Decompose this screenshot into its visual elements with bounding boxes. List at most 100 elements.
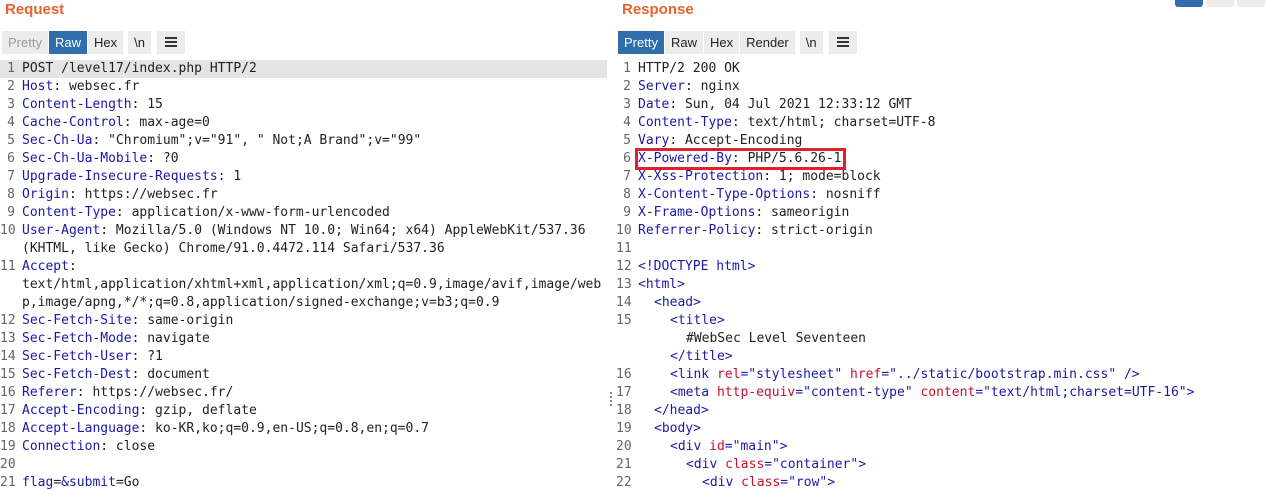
html-attribute-value: "main" xyxy=(732,439,780,454)
header-name: Date xyxy=(638,97,670,112)
tab-nnewline[interactable]: \n xyxy=(799,30,823,54)
html-tag: > xyxy=(779,439,788,454)
tab-hex[interactable]: Hex xyxy=(703,30,740,54)
line-text: Sec-Ch-Ua: "Chromium";v="91", " Not;A Br… xyxy=(22,132,603,150)
line-number: 10 xyxy=(0,223,16,238)
header-value: : ?1 xyxy=(131,349,163,364)
html-attribute-value: "text/html;charset=UTF-16" xyxy=(983,385,1187,400)
request-line: 9 Content-Type: application/x-www-form-ur… xyxy=(0,204,607,222)
html-attribute-value: "content-type" xyxy=(803,385,913,400)
html-tag: /> xyxy=(1116,367,1140,382)
options-menu-button[interactable] xyxy=(156,30,185,54)
request-line: 19 Connection: close xyxy=(0,438,607,456)
html-attribute: content xyxy=(920,385,976,400)
html-tag: <body> xyxy=(654,421,701,436)
line-text: <html> xyxy=(638,276,685,294)
response-body-line: 15 <title> xyxy=(616,312,1265,330)
request-line: 21 flag=&submit=Go xyxy=(0,474,607,490)
header-value: : "Chromium";v="91", " Not;A Brand";v="9… xyxy=(92,133,422,148)
line-text: X-Content-Type-Options: nosniff xyxy=(638,186,881,204)
response-header-line: 9 X-Frame-Options: sameorigin xyxy=(616,204,1265,222)
line-text: <div class="row"> xyxy=(702,474,835,490)
line-number: 14 xyxy=(616,295,632,310)
tab-hex[interactable]: Hex xyxy=(87,30,124,54)
html-tag: > xyxy=(858,457,867,472)
line-text: Host: websec.fr xyxy=(22,78,603,96)
html-attribute-value: "row" xyxy=(788,475,828,490)
line-number: 12 xyxy=(616,259,632,274)
html-attribute-value: "stylesheet" xyxy=(748,367,843,382)
request-line: 14 Sec-Fetch-User: ?1 xyxy=(0,348,607,366)
header-value: : same-origin xyxy=(131,313,234,328)
header-name: Referer xyxy=(22,385,77,400)
tab-pretty[interactable]: Pretty xyxy=(2,30,48,54)
request-line: 12 Sec-Fetch-Site: same-origin xyxy=(0,312,607,330)
tab-raw[interactable]: Raw xyxy=(48,30,87,54)
tab-render[interactable]: Render xyxy=(740,30,795,54)
line-text: Content-Length: 15 xyxy=(22,96,603,114)
line-text: <link rel="stylesheet" href="../static/b… xyxy=(670,366,1140,384)
header-name: Cache-Control xyxy=(22,115,124,130)
html-attribute-value: "../static/bootstrap.min.css" xyxy=(889,367,1117,382)
param-value: = xyxy=(53,475,62,490)
line-text: Sec-Fetch-Dest: document xyxy=(22,366,603,384)
html-tag: <div xyxy=(670,439,710,454)
html-attribute: http-equiv xyxy=(716,385,796,400)
html-tag: = xyxy=(795,385,804,400)
line-text: <title> xyxy=(670,312,725,330)
line-number: 7 xyxy=(623,169,631,184)
request-editor[interactable]: 1 POST /level17/index.php HTTP/2 2 Host: we… xyxy=(0,60,607,490)
line-text: HTTP/2 200 OK xyxy=(638,60,740,78)
header-name: Content-Length xyxy=(22,97,132,112)
header-name: Accept xyxy=(22,259,69,274)
header-name: Sec-Fetch-Mode xyxy=(22,331,132,346)
header-value: : Sun, 04 Jul 2021 12:33:12 GMT xyxy=(669,97,912,112)
header-name: X-Content-Type-Options xyxy=(638,187,811,202)
html-attribute: rel xyxy=(716,367,741,382)
response-body-line: 12 <!DOCTYPE html> xyxy=(616,258,1265,276)
request-line: 2 Host: websec.fr xyxy=(0,78,607,96)
line-number: 19 xyxy=(616,421,632,436)
line-text: <div id="main"> xyxy=(670,438,787,456)
line-text: Referrer-Policy: strict-origin xyxy=(638,222,873,240)
line-number: 1 xyxy=(623,61,631,76)
header-name: Accept-Encoding xyxy=(22,403,140,418)
line-text: POST /level17/index.php HTTP/2 xyxy=(22,60,603,78)
header-value: : 1 xyxy=(217,169,242,184)
tab-raw[interactable]: Raw xyxy=(664,30,703,54)
param-value: =Go xyxy=(115,475,140,490)
line-number: 3 xyxy=(623,97,631,112)
line-number: 5 xyxy=(623,133,631,148)
html-attribute: href xyxy=(850,367,882,382)
line-text: </head> xyxy=(654,402,709,420)
header-name: Content-Type xyxy=(22,205,116,220)
header-value: : ?0 xyxy=(147,151,179,166)
html-tag: = xyxy=(881,367,890,382)
html-tag: = xyxy=(724,439,733,454)
html-tag: <meta xyxy=(670,385,717,400)
response-header-line: 7 X-Xss-Protection: 1; mode=block xyxy=(616,168,1265,186)
header-value: HTTP/2 200 OK xyxy=(638,61,740,76)
header-name: Content-Type xyxy=(638,115,732,130)
header-value: : Accept-Encoding xyxy=(669,133,803,148)
options-menu-button[interactable] xyxy=(828,30,857,54)
html-tag: <div xyxy=(686,457,726,472)
line-number: 17 xyxy=(0,403,16,418)
tab-pretty[interactable]: Pretty xyxy=(618,30,664,54)
request-line: 20 xyxy=(0,456,607,474)
pane-splitter[interactable] xyxy=(607,0,616,490)
line-text: Sec-Fetch-Mode: navigate xyxy=(22,330,603,348)
response-body-line: 17 <meta http-equiv="content-type" conten… xyxy=(616,384,1265,402)
html-attribute: id xyxy=(709,439,725,454)
response-body-line: 19 <body> xyxy=(616,420,1265,438)
html-tag: <head> xyxy=(654,295,701,310)
response-editor[interactable]: 1 HTTP/2 200 OK 2 Server: nginx 3 Date: Sun, … xyxy=(616,60,1265,490)
line-number: 22 xyxy=(616,475,632,490)
response-header-line: 4 Content-Type: text/html; charset=UTF-8 xyxy=(616,114,1265,132)
html-tag: > xyxy=(1186,385,1195,400)
tab-nnewline[interactable]: \n xyxy=(128,30,151,54)
header-name: X-Xss-Protection xyxy=(638,169,764,184)
request-line: 6 Sec-Ch-Ua-Mobile: ?0 xyxy=(0,150,607,168)
html-tag: <html> xyxy=(638,277,685,292)
header-name: User-Agent xyxy=(22,223,101,238)
